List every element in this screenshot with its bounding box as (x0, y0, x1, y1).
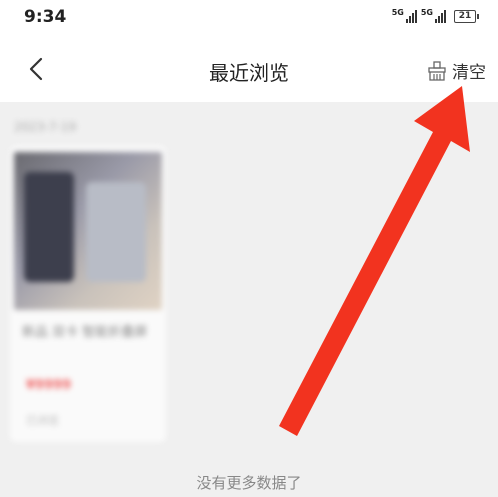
annotation-arrow (279, 86, 470, 436)
